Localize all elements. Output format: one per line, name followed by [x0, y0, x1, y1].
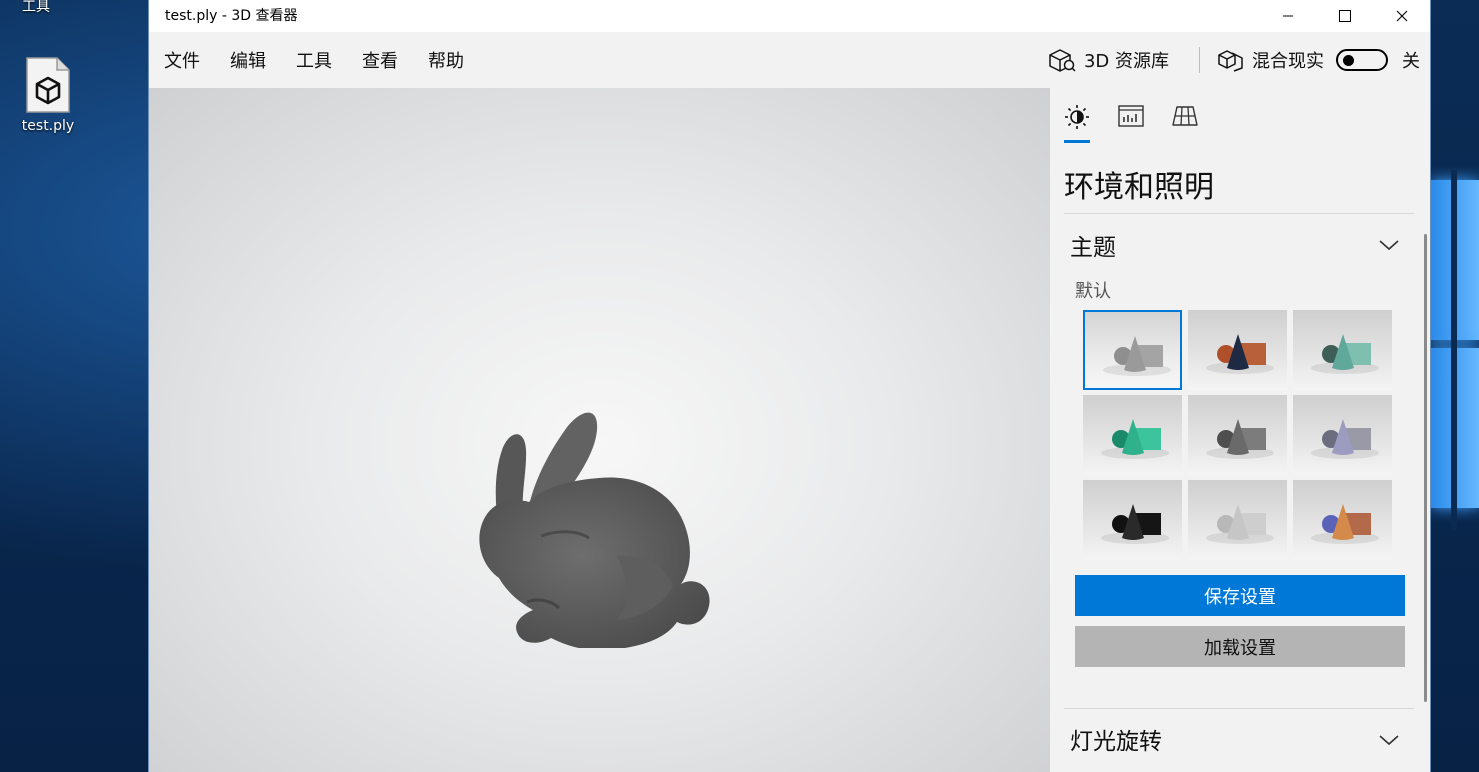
panel-divider	[1064, 708, 1414, 709]
toggle-knob	[1343, 55, 1354, 66]
chevron-down-icon[interactable]	[1378, 733, 1400, 747]
menu-file[interactable]: 文件	[164, 47, 200, 73]
close-button[interactable]	[1373, 0, 1430, 32]
windows-logo	[1431, 170, 1479, 530]
theme-preview-shapes	[1311, 419, 1379, 459]
window-controls	[1259, 0, 1430, 32]
panel-divider	[1064, 213, 1414, 214]
theme-option[interactable]	[1293, 310, 1392, 390]
theme-option[interactable]	[1188, 395, 1287, 475]
settings-panel: 环境和照明 主题 默认 保存设置 加载设置 灯光旋转	[1050, 88, 1430, 772]
load-settings-button[interactable]: 加载设置	[1075, 626, 1405, 667]
maximize-button[interactable]	[1316, 0, 1373, 32]
mixed-reality-control[interactable]: 混合现实 关	[1218, 47, 1420, 73]
ply-file-icon	[25, 56, 71, 114]
bunny-model[interactable]	[467, 388, 727, 648]
theme-option[interactable]	[1188, 310, 1287, 390]
tab-statistics[interactable]	[1118, 104, 1144, 136]
theme-option[interactable]	[1293, 395, 1392, 475]
menu-tools[interactable]: 工具	[296, 47, 332, 73]
panel-tabs	[1064, 104, 1226, 143]
desktop-label: 工具	[22, 0, 50, 15]
minimize-icon	[1282, 15, 1293, 17]
menu-view[interactable]: 查看	[362, 47, 398, 73]
window-title: test.ply - 3D 查看器	[165, 8, 298, 24]
mixed-reality-toggle[interactable]	[1336, 49, 1388, 71]
menu-edit[interactable]: 编辑	[230, 47, 266, 73]
menu-divider	[1199, 47, 1200, 73]
theme-preview-shapes	[1206, 419, 1274, 459]
tab-environment-lighting[interactable]	[1064, 104, 1090, 143]
menu-right-tools: 3D 资源库 混合现实 关	[1048, 32, 1420, 88]
3d-viewport[interactable]	[149, 88, 1050, 772]
toggle-state-label: 关	[1402, 51, 1420, 72]
theme-preview-shapes	[1206, 334, 1274, 374]
grid-icon	[1172, 106, 1198, 126]
theme-option[interactable]	[1083, 480, 1182, 560]
theme-option[interactable]	[1083, 310, 1182, 390]
mixed-reality-icon	[1218, 50, 1243, 72]
desktop-file-icon[interactable]: test.ply	[12, 56, 84, 134]
mixed-reality-label: 混合现实	[1252, 51, 1324, 72]
chevron-down-icon[interactable]	[1378, 238, 1400, 252]
menu-help[interactable]: 帮助	[428, 47, 464, 73]
light-rotation-section-header[interactable]: 灯光旋转	[1070, 722, 1162, 756]
theme-option[interactable]	[1293, 480, 1392, 560]
theme-preview-shapes	[1311, 504, 1379, 544]
theme-section-header[interactable]: 主题	[1070, 228, 1116, 262]
theme-preview-shapes	[1206, 504, 1274, 544]
theme-preview-shapes	[1101, 504, 1169, 544]
theme-option[interactable]	[1083, 395, 1182, 475]
main-menu: 文件 编辑 工具 查看 帮助	[149, 32, 494, 88]
environment-lighting-icon	[1065, 105, 1089, 129]
theme-preview-shapes	[1101, 419, 1169, 459]
maximize-icon	[1338, 10, 1351, 22]
3d-library-button[interactable]: 3D 资源库	[1048, 47, 1169, 73]
selected-theme-label: 默认	[1075, 281, 1111, 302]
panel-scrollbar[interactable]	[1424, 234, 1427, 702]
save-settings-button[interactable]: 保存设置	[1075, 575, 1405, 616]
tab-grid[interactable]	[1172, 104, 1198, 136]
title-bar[interactable]: test.ply - 3D 查看器	[149, 0, 1430, 32]
minimize-button[interactable]	[1259, 0, 1316, 32]
menu-bar: 文件 编辑 工具 查看 帮助 3D 资源库 混合现实 关	[149, 32, 1430, 88]
desktop-file-label: test.ply	[21, 118, 75, 134]
3d-library-label: 3D 资源库	[1083, 51, 1169, 72]
3d-library-icon	[1049, 49, 1076, 72]
app-window: test.ply - 3D 查看器 文件 编辑 工具 查看 帮助 3D 资源库 …	[149, 0, 1430, 772]
theme-preview-shapes	[1311, 334, 1379, 374]
theme-preview-shapes	[1103, 336, 1171, 376]
panel-title: 环境和照明	[1064, 170, 1214, 205]
close-icon	[1396, 10, 1407, 22]
stats-icon	[1118, 105, 1144, 127]
theme-option[interactable]	[1188, 480, 1287, 560]
